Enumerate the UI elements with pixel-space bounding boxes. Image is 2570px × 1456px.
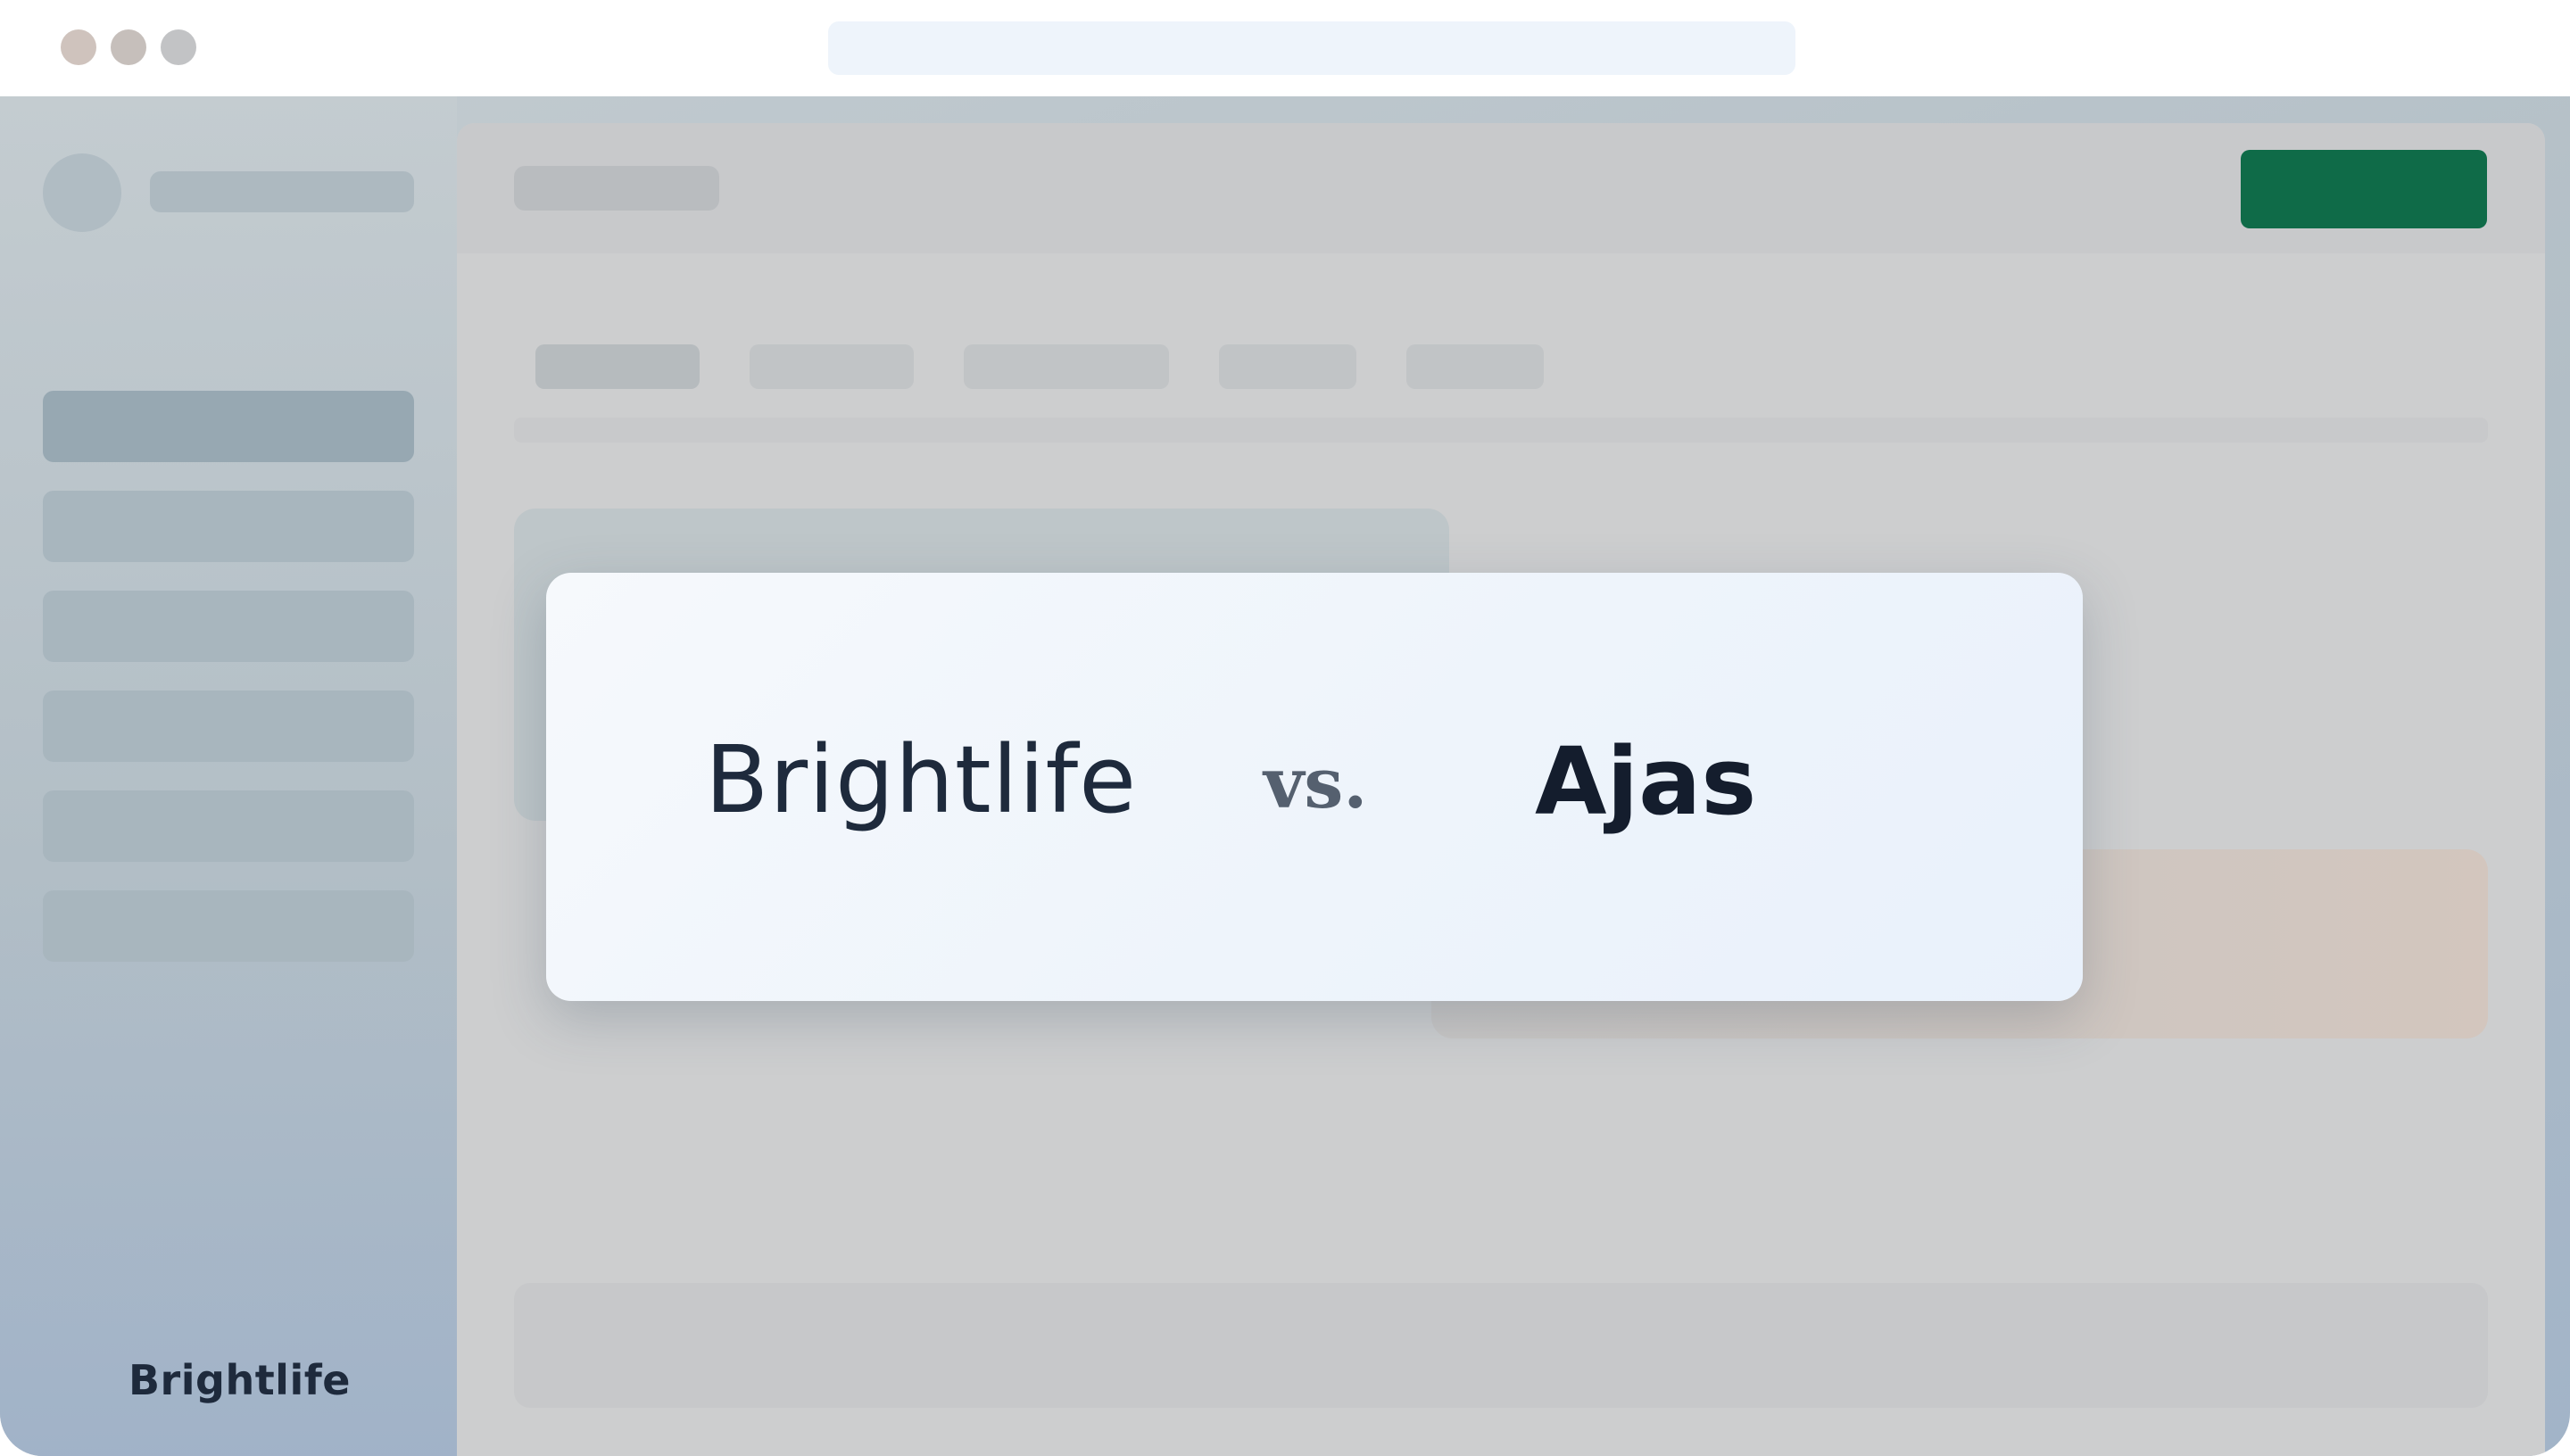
address-bar[interactable] (828, 21, 1795, 75)
avatar[interactable] (43, 153, 121, 232)
brand-a-logo: Brightlife (705, 725, 1138, 834)
sidebar-item[interactable] (43, 790, 414, 862)
close-window-dot[interactable] (61, 29, 96, 65)
sidebar-item[interactable] (43, 890, 414, 962)
brand-b-logo: Ajas (1535, 727, 1757, 836)
sidebar-item-active[interactable] (43, 391, 414, 462)
tab-placeholder[interactable] (964, 344, 1169, 389)
sidebar-item[interactable] (43, 591, 414, 662)
tab-placeholder[interactable] (1219, 344, 1356, 389)
comparison-card: Brightlife vs. Ajas (546, 573, 2083, 1001)
maximize-window-dot[interactable] (161, 29, 196, 65)
sidebar-item[interactable] (43, 691, 414, 762)
tab-placeholder[interactable] (750, 344, 914, 389)
browser-window: Brightlife Brightlife vs. Ajas (0, 0, 2570, 1456)
footer-panel (514, 1283, 2488, 1408)
page-title-placeholder (514, 166, 719, 211)
tabs-divider (514, 418, 2488, 443)
minimize-window-dot[interactable] (111, 29, 146, 65)
main-header (457, 123, 2545, 253)
primary-action-button[interactable] (2241, 150, 2487, 228)
versus-label: vs. (1264, 743, 1368, 824)
sidebar: Brightlife (0, 96, 457, 1456)
tab-placeholder-active[interactable] (535, 344, 700, 389)
account-name-placeholder (150, 171, 414, 212)
sidebar-item[interactable] (43, 491, 414, 562)
sidebar-logo: Brightlife (128, 1356, 351, 1404)
title-bar (0, 0, 2570, 96)
tab-placeholder[interactable] (1406, 344, 1544, 389)
